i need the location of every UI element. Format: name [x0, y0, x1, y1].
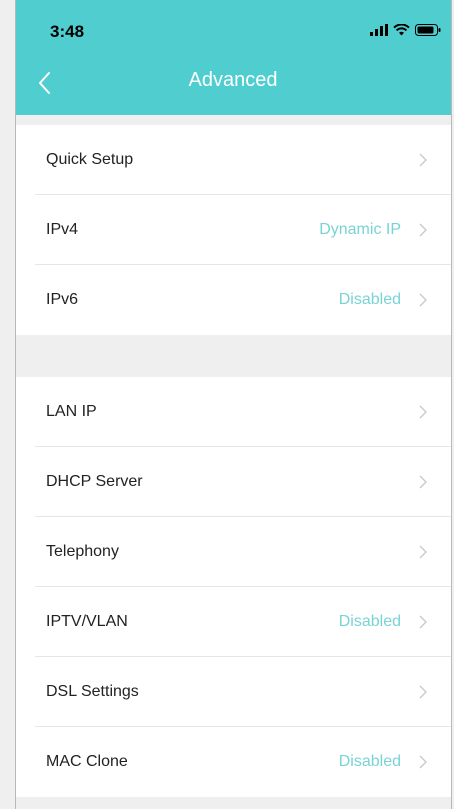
row-ipv6[interactable]: IPv6 Disabled — [15, 265, 451, 335]
row-quick-setup[interactable]: Quick Setup — [15, 125, 451, 195]
app-header: 3:48 Advanced — [15, 0, 451, 115]
page-title: Advanced — [188, 69, 278, 91]
wifi-icon — [393, 24, 410, 36]
settings-group-lan: LAN IP DHCP Server Telephony IPTV/VLAN D… — [15, 377, 451, 797]
row-label: IPv4 — [46, 221, 79, 238]
signal-icon — [370, 24, 388, 36]
row-telephony[interactable]: Telephony — [15, 517, 451, 587]
row-value: Disabled — [338, 291, 401, 308]
row-lan-ip[interactable]: LAN IP — [15, 377, 451, 447]
chevron-right-icon — [419, 615, 427, 629]
row-dsl-settings[interactable]: DSL Settings — [15, 657, 451, 727]
row-ipv4[interactable]: IPv4 Dynamic IP — [15, 195, 451, 265]
row-label: DHCP Server — [46, 473, 143, 490]
row-value: Dynamic IP — [319, 221, 401, 238]
chevron-right-icon — [419, 223, 427, 237]
frame-left-edge — [15, 0, 16, 809]
chevron-right-icon — [419, 405, 427, 419]
row-label: Quick Setup — [46, 151, 134, 168]
row-iptv-vlan[interactable]: IPTV/VLAN Disabled — [15, 587, 451, 657]
row-label: Telephony — [46, 543, 119, 560]
chevron-right-icon — [419, 293, 427, 307]
chevron-right-icon — [419, 545, 427, 559]
nav-bar: Advanced — [15, 62, 451, 115]
row-mac-clone[interactable]: MAC Clone Disabled — [15, 727, 451, 797]
status-icons — [370, 24, 441, 36]
row-label: IPTV/VLAN — [46, 613, 128, 630]
row-value: Disabled — [338, 753, 401, 770]
battery-icon — [415, 24, 441, 36]
chevron-right-icon — [419, 685, 427, 699]
frame-right-edge — [451, 0, 452, 809]
row-value: Disabled — [338, 613, 401, 630]
row-label: DSL Settings — [46, 683, 139, 700]
row-dhcp-server[interactable]: DHCP Server — [15, 447, 451, 517]
row-label: LAN IP — [46, 403, 97, 420]
status-time: 3:48 — [50, 22, 85, 41]
chevron-right-icon — [419, 475, 427, 489]
chevron-right-icon — [419, 755, 427, 769]
status-bar: 3:48 — [15, 0, 451, 62]
settings-group-wan: Quick Setup IPv4 Dynamic IP IPv6 Disable… — [15, 125, 451, 335]
chevron-right-icon — [419, 153, 427, 167]
row-label: IPv6 — [46, 291, 79, 308]
row-label: MAC Clone — [46, 753, 128, 770]
